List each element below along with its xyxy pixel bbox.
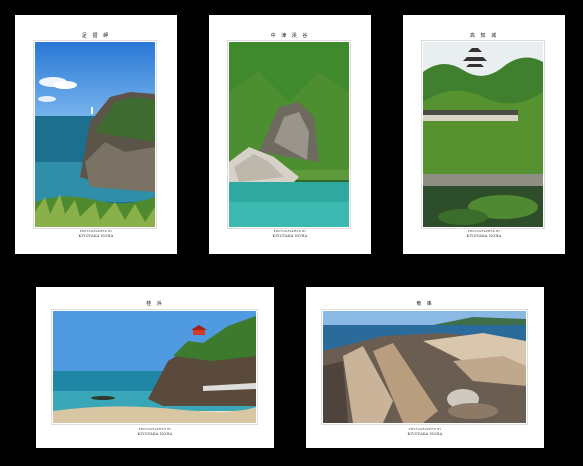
card-title: 桂 浜 — [146, 301, 164, 307]
photo-credit: PHOTOGRAPHED BY KIYOTAKA NOHA — [306, 428, 544, 436]
photo-credit: PHOTOGRAPHED BY KIYOTAKA NOHA — [15, 230, 177, 238]
card-title: 竜 串 — [416, 301, 434, 307]
photo-credit: PHOTOGRAPHED BY KIYOTAKA NOHA — [209, 230, 371, 238]
photo-card-5[interactable]: 竜 串 PHOTOGRAPHED BY KIYOTAKA NOHA — [306, 287, 544, 448]
photo-credit: PHOTOGRAPHED BY KIYOTAKA NOHA — [403, 230, 565, 238]
card-title: 高 知 城 — [469, 33, 499, 39]
photo-credit: PHOTOGRAPHED BY KIYOTAKA NOHA — [36, 428, 274, 436]
photo-card-2[interactable]: 中 津 渓 谷 PHOTOGRAPHED BY KIYOTAKA NOHA — [209, 15, 371, 254]
photo-card-4[interactable]: 桂 浜 PHOTOGRAPHED BY KIYOTAKA NOHA — [36, 287, 274, 448]
photo-beach — [51, 309, 258, 425]
photographer-name: KIYOTAKA NOHA — [137, 431, 173, 436]
card-title: 中 津 渓 谷 — [270, 33, 310, 39]
photographer-name: KIYOTAKA NOHA — [78, 233, 114, 238]
photo-cape — [33, 40, 157, 229]
photo-rocks — [321, 309, 528, 425]
photographer-name: KIYOTAKA NOHA — [466, 233, 502, 238]
photo-gorge — [227, 40, 351, 229]
photo-card-1[interactable]: 足 摺 岬 PHOTOGRAPHED BY KIYOTAKA NOHA — [15, 15, 177, 254]
photographer-name: KIYOTAKA NOHA — [407, 431, 443, 436]
photo-castle — [421, 40, 545, 229]
photographer-name: KIYOTAKA NOHA — [272, 233, 308, 238]
photo-card-3[interactable]: 高 知 城 PHOTOGRAPHED BY KIYOTAKA NOHA — [403, 15, 565, 254]
card-title: 足 摺 岬 — [81, 33, 111, 39]
